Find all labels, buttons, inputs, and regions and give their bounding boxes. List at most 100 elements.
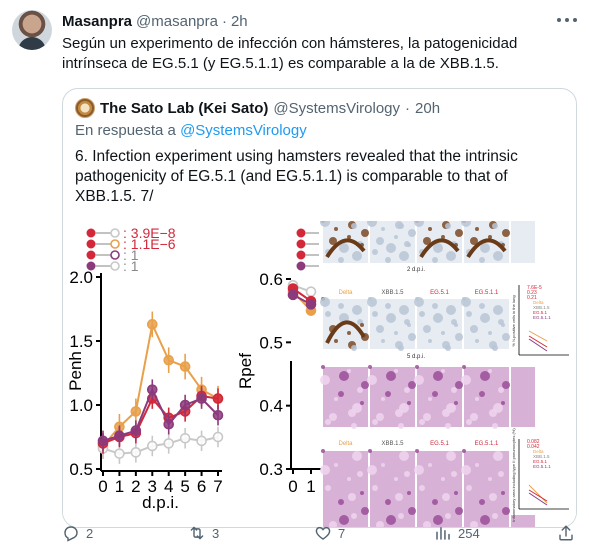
chart1-point [114, 448, 125, 459]
inset-y-label: % N-positive cells in the lung [511, 295, 516, 346]
histology-texture [361, 229, 369, 237]
avatar[interactable] [12, 10, 52, 50]
histology-texture [352, 305, 362, 315]
quoted-avatar[interactable] [75, 98, 95, 118]
histology-texture [493, 305, 503, 315]
histology-texture [428, 463, 432, 467]
histology-texture [479, 391, 485, 397]
chart2-y-tick-label: 0.5 [259, 333, 283, 352]
quoted-tweet[interactable]: The Sato Lab (Kei Sato) @SystemsVirology… [62, 88, 577, 528]
histology-texture [357, 471, 363, 477]
tweet-text: Según un experimento de infección con há… [62, 35, 518, 72]
retweet-button[interactable]: 3 [188, 522, 219, 544]
chart1-point [97, 435, 109, 447]
histology-texture [442, 493, 450, 501]
histology-texture [334, 339, 338, 343]
chart2-legend-marker [296, 228, 306, 238]
histology-texture [348, 493, 356, 501]
histology-texture [432, 303, 438, 309]
chart2-x-tick-label: 1 [306, 477, 315, 496]
histology-texture [325, 419, 331, 425]
chart1-point [163, 354, 175, 366]
histology-texture [498, 387, 504, 393]
chart1-x-tick-label: 5 [180, 477, 189, 496]
histology-texture [488, 477, 492, 481]
chart1-point [212, 393, 224, 404]
histology-column-label: XBB.1.5 [381, 441, 404, 447]
chart1-y-tick-label: 1.5 [69, 332, 93, 351]
histology-texture [385, 391, 391, 397]
chart1-legend-marker [110, 239, 120, 249]
histology-texture [404, 387, 410, 393]
chart1-point [212, 409, 224, 421]
inset-background [511, 281, 571, 361]
histology-dpi-label: 2 d.p.i. [407, 267, 425, 273]
tweet-header: Masanpra @masanpra · 2h [62, 11, 248, 31]
histology-texture [492, 223, 498, 229]
histology-texture [415, 365, 419, 369]
histology-texture [376, 237, 384, 245]
author-name[interactable]: Masanpra [62, 13, 132, 30]
histology-texture [454, 401, 458, 405]
histology-texture [470, 413, 478, 421]
chart2-point [305, 286, 317, 297]
histology-texture [446, 305, 456, 315]
like-button[interactable]: 7 [314, 522, 345, 544]
histology-texture [399, 403, 409, 413]
histology-texture [428, 397, 432, 401]
histology-texture [407, 491, 411, 495]
histology-texture [414, 465, 424, 475]
histology-texture [351, 423, 357, 429]
chart2-y-tick-label: 0.4 [259, 397, 283, 416]
quoted-separator: · [405, 99, 411, 117]
histology-texture [501, 401, 505, 405]
histology-texture [498, 471, 504, 477]
like-count: 7 [338, 525, 346, 541]
histology-texture [372, 419, 378, 425]
histology-texture [414, 297, 424, 307]
more-icon[interactable] [557, 12, 577, 28]
histology-texture [399, 251, 409, 261]
timestamp[interactable]: 2h [231, 13, 248, 30]
attached-figure[interactable]: 0.5 1.0 1.5 2.0 0 1 2 3 4 5 6 7 d.p.i. Penh: 3.9E−8: … [63, 217, 576, 527]
reply-button[interactable]: 2 [62, 522, 93, 544]
histology-tile-partial [511, 367, 535, 427]
inset-y-label: Inflammatory area including type II pneu… [511, 428, 516, 522]
share-button[interactable] [557, 522, 575, 544]
histology-texture [446, 251, 456, 261]
chart1-point [179, 361, 191, 372]
histology-texture [415, 449, 419, 453]
quoted-header: The Sato Lab (Kei Sato) @SystemsVirology… [75, 98, 440, 118]
views-icon [436, 527, 450, 540]
histology-texture [381, 339, 385, 343]
separator: · [221, 12, 227, 30]
histology-column-label: Delta [338, 441, 353, 447]
heart-icon [315, 526, 331, 540]
histology-texture [381, 397, 385, 401]
tweet[interactable]: Masanpra @masanpra · 2h Según un experim… [0, 0, 589, 552]
histology-column-label: XBB.1.5 [381, 290, 404, 296]
histology-texture [372, 311, 378, 317]
histology-texture [451, 471, 457, 477]
histology-column-label: EG.5.1.1 [475, 290, 499, 296]
author-handle[interactable]: @masanpra [136, 13, 218, 30]
histology-texture [376, 413, 384, 421]
histology-texture [334, 397, 338, 401]
histology-texture [381, 227, 385, 231]
histology-texture [432, 499, 438, 505]
histology-texture [347, 331, 351, 335]
histology-texture [433, 313, 443, 323]
quoted-author-handle: @SystemsVirology [273, 99, 401, 117]
views-button[interactable]: 254 [434, 522, 480, 544]
histology-texture [501, 491, 505, 495]
chart1-point [212, 431, 224, 443]
histology-texture [414, 375, 424, 385]
chart1-legend-marker [110, 250, 120, 260]
chart1-point [146, 384, 158, 395]
histology-texture [399, 305, 409, 315]
histology-texture [428, 339, 432, 343]
chart2-y-label: Rpef [236, 353, 255, 389]
histology-texture [394, 235, 398, 239]
histology-texture [372, 249, 378, 255]
reply-mention[interactable]: @SystemsVirology [180, 122, 307, 139]
